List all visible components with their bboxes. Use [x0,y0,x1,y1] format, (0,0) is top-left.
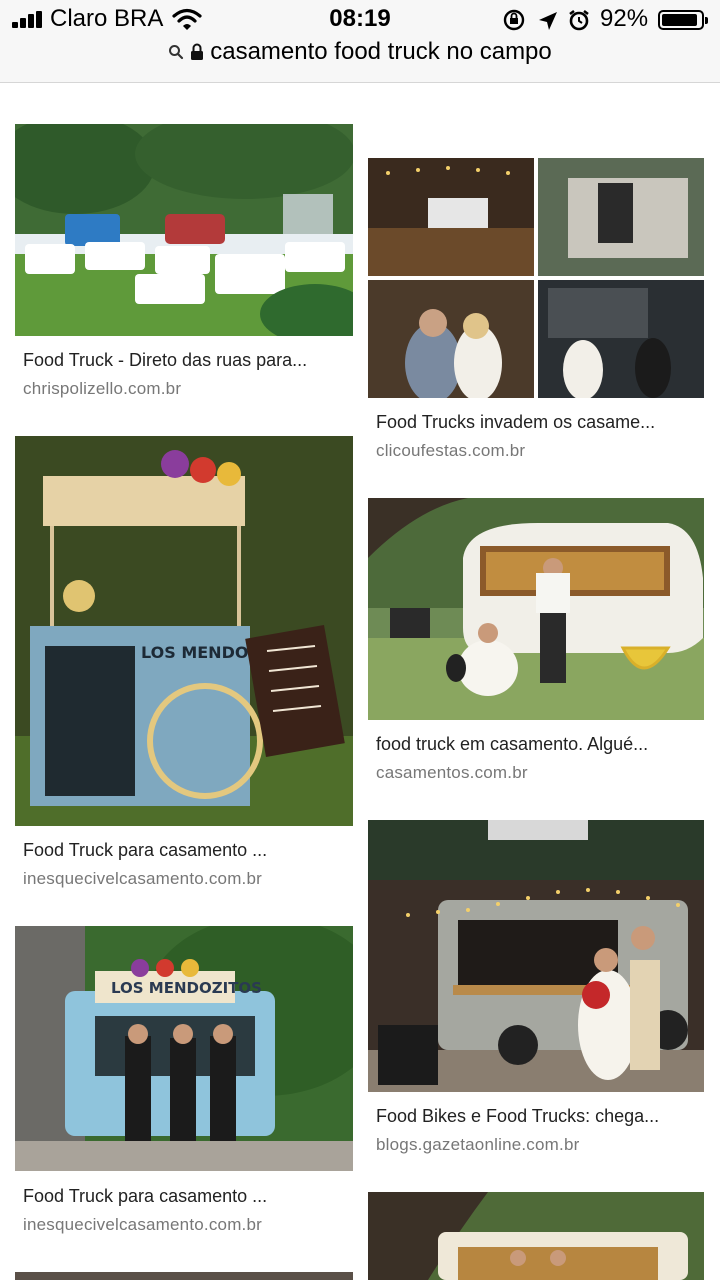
battery-percent: 92% [600,5,649,32]
location-arrow-icon [539,12,557,30]
result-source[interactable]: inesquecivelcasamento.com.br [23,869,262,889]
result-title[interactable]: Food Truck - Direto das ruas para... [23,350,307,371]
result-thumbnail[interactable] [368,498,704,720]
address-bar[interactable]: casamento food truck no campo [0,38,720,72]
browser-top-bar: Claro BRA 08:19 92% casamento food truck… [0,0,720,83]
image-result[interactable]: Food Trucks invadem os casame... clicouf… [368,158,704,468]
result-thumbnail[interactable]: LOS MENDOZITOS [15,436,353,826]
status-icons [503,9,595,36]
result-title[interactable]: Food Bikes e Food Trucks: chega... [376,1106,659,1127]
result-title[interactable]: Food Trucks invadem os casame... [376,412,655,433]
result-source[interactable]: inesquecivelcasamento.com.br [23,1215,262,1235]
result-source[interactable]: chrispolizello.com.br [23,379,181,399]
result-title[interactable]: Food Truck para casamento ... [23,840,267,861]
result-thumbnail[interactable] [368,1192,704,1280]
alarm-icon [569,9,589,31]
result-source[interactable]: casamentos.com.br [376,763,528,783]
result-title[interactable]: food truck em casamento. Algué... [376,734,648,755]
battery-icon [658,10,708,30]
result-thumbnail[interactable] [368,820,704,1092]
result-title[interactable]: Food Truck para casamento ... [23,1186,267,1207]
image-result[interactable]: LOS MENDOZITOS Food Truck para casamento… [15,436,353,902]
image-result[interactable]: Food Bikes e Food Trucks: chega... blogs… [368,820,704,1160]
status-bar: Claro BRA 08:19 92% [0,0,720,40]
image-result[interactable]: Food Truck - Direto das ruas para... chr… [15,124,353,414]
result-source[interactable]: blogs.gazetaonline.com.br [376,1135,579,1155]
result-thumbnail[interactable] [368,158,704,398]
image-result[interactable]: food truck em casamento. Algué... casame… [368,498,704,788]
result-thumbnail[interactable] [15,1272,353,1280]
rotation-lock-icon [503,9,525,31]
image-result[interactable]: LOS MENDOZITOS Food Truck para casamento… [15,926,353,1236]
trailer-sign: LOS MENDOZITOS [111,979,262,997]
search-icon [169,45,184,60]
lock-icon [191,43,204,60]
result-thumbnail[interactable] [15,124,353,336]
result-source[interactable]: clicoufestas.com.br [376,441,525,461]
search-query: casamento food truck no campo [210,38,552,65]
result-thumbnail[interactable]: LOS MENDOZITOS [15,926,353,1171]
